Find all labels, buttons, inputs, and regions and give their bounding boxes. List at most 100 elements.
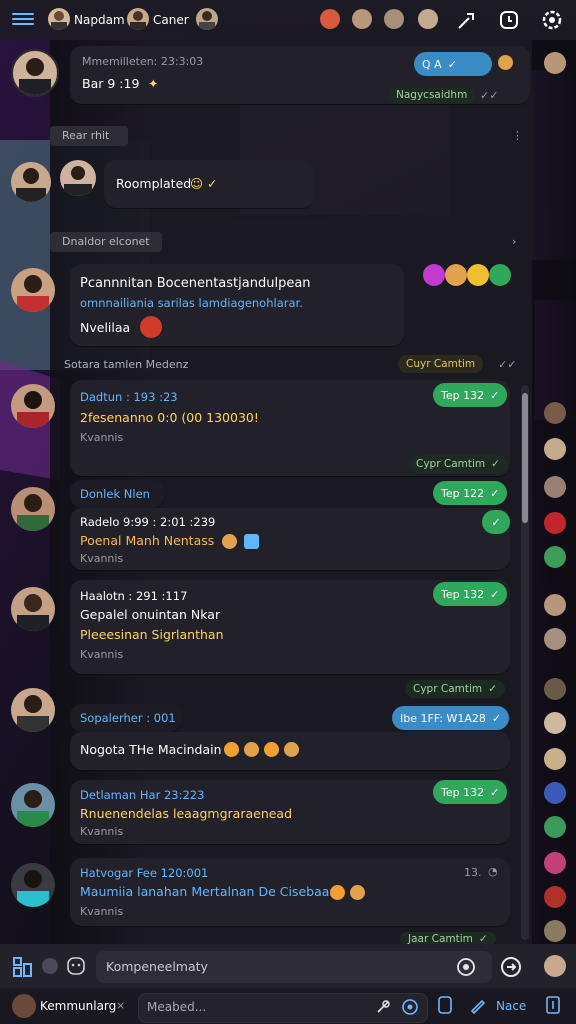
avatar[interactable] (544, 402, 566, 424)
avatar[interactable] (11, 487, 55, 531)
check-icon: ✓ (491, 458, 500, 470)
message-input-placeholder: Kompeneelmaty (106, 959, 208, 974)
message-input[interactable]: Kompeneelmaty (96, 951, 492, 983)
sender-chip[interactable]: Donlek Nlen (70, 480, 164, 508)
message-bubble[interactable]: Nogota THe Macindain (70, 732, 510, 770)
camera-icon[interactable] (401, 998, 419, 1016)
avatar[interactable] (11, 688, 55, 732)
message-meta: Dadtun : 193 :23 (80, 390, 178, 404)
emoji-icon[interactable] (467, 264, 489, 286)
reaction-pill[interactable]: Ibe 1FF: W1A28 ✓ (392, 706, 510, 730)
avatar[interactable] (48, 8, 70, 30)
message-bubble[interactable]: Radelo 9:99 : 2:01 :239 Poenal Manh Nent… (70, 508, 510, 570)
avatar[interactable] (11, 384, 55, 428)
emoji-icon (264, 742, 279, 757)
check-button[interactable]: ✓ (482, 510, 510, 534)
message-text: Gepalel onuintan Nkar (80, 607, 221, 622)
emoji-icon[interactable] (489, 264, 511, 286)
scrollbar-thumb[interactable] (522, 393, 528, 523)
emoji-icon (350, 885, 365, 900)
timer-icon: ◔ (488, 865, 498, 878)
settings-icon[interactable] (540, 8, 564, 32)
message-meta: Radelo 9:99 : 2:01 :239 (80, 515, 216, 529)
avatar[interactable] (320, 9, 340, 29)
avatar[interactable] (544, 782, 566, 804)
contact-name-1[interactable]: Napdam (74, 13, 125, 27)
avatar[interactable] (544, 955, 566, 977)
phone-icon[interactable] (436, 995, 454, 1015)
search-input[interactable]: Meabed... (138, 993, 428, 1023)
reaction-pill[interactable]: Q A ✓ (414, 52, 492, 76)
avatar[interactable] (127, 8, 149, 30)
menu-icon[interactable] (12, 10, 34, 28)
status-label: Nagycsaidhm (396, 89, 468, 101)
message-text: Pleeesinan Sigrlanthan (80, 627, 224, 642)
pin-icon[interactable] (375, 999, 391, 1015)
reaction-pill[interactable]: Tep 132 ✓ (433, 582, 508, 606)
avatar[interactable] (418, 9, 438, 29)
avatar[interactable] (544, 628, 566, 650)
avatar[interactable] (544, 438, 566, 460)
message-bubble[interactable]: Pcannnitan Bocenentastjandulpean omnnail… (70, 264, 404, 346)
message-link[interactable]: omnnailiania sarilas lamdiagenohlarar. (80, 295, 303, 311)
avatar[interactable] (544, 748, 566, 770)
contact-name-2[interactable]: Caner (153, 13, 189, 27)
avatar[interactable] (11, 863, 55, 907)
right-label[interactable]: Nace (496, 998, 526, 1014)
avatar[interactable] (544, 512, 566, 534)
emoji-icon[interactable] (423, 264, 445, 286)
avatar[interactable] (11, 587, 55, 631)
emoji-icon[interactable] (66, 956, 86, 976)
avatar[interactable] (544, 816, 566, 838)
avatar[interactable] (11, 783, 55, 827)
gif-icon[interactable] (456, 957, 476, 977)
avatar[interactable] (544, 852, 566, 874)
emoji-icon[interactable] (498, 55, 513, 70)
avatar[interactable] (544, 594, 566, 616)
close-icon[interactable]: × (116, 998, 125, 1014)
message-bubble[interactable]: Roomplated ☺ ✓ (104, 160, 314, 208)
reaction-pill[interactable]: Tep 132 ✓ (433, 383, 508, 407)
expand-icon[interactable]: › (512, 234, 516, 250)
reaction-pill[interactable]: Tep 122 ✓ (433, 481, 508, 505)
avatar[interactable] (544, 678, 566, 700)
send-icon[interactable] (500, 956, 522, 978)
record-icon[interactable] (40, 956, 60, 976)
timer-icon[interactable] (497, 8, 521, 32)
avatar[interactable] (384, 9, 404, 29)
scrollbar[interactable] (521, 385, 529, 940)
avatar[interactable] (544, 52, 566, 74)
avatar[interactable] (11, 49, 59, 97)
check-icon: ✓ (490, 388, 500, 402)
avatar[interactable] (11, 162, 51, 202)
date-separator: Dnaldor elconet (50, 232, 162, 252)
emoji-icon (330, 885, 345, 900)
reaction-pill[interactable]: Tep 132 ✓ (433, 780, 508, 804)
avatar[interactable] (544, 920, 566, 942)
sword-icon[interactable] (455, 8, 479, 32)
sender-chip[interactable]: Sopalerher : 001 (70, 704, 182, 732)
avatar[interactable] (352, 9, 372, 29)
avatar[interactable] (544, 546, 566, 568)
avatar[interactable] (11, 268, 55, 312)
avatar[interactable] (544, 476, 566, 498)
avatar[interactable] (196, 8, 218, 30)
search-placeholder: Meabed... (147, 1000, 207, 1014)
footer-name[interactable]: Kemmunlarg (40, 998, 116, 1014)
avatar[interactable] (544, 712, 566, 734)
avatar[interactable] (60, 160, 96, 196)
avatar[interactable] (12, 994, 36, 1018)
pencil-icon[interactable] (468, 995, 488, 1015)
status-pill: Cypr Camtim ✓ (405, 680, 505, 698)
right-avatar-column (532, 40, 576, 944)
message-sub: Kvannis (80, 431, 124, 444)
sender-name: Sopalerher : 001 (80, 711, 176, 725)
more-icon[interactable]: ⋮ (512, 128, 523, 144)
emoji-icon (222, 534, 237, 549)
message-bubble[interactable]: Hatvogar Fee 120:001 Maumiia lanahan Mer… (70, 858, 510, 926)
grid-icon[interactable] (12, 956, 34, 978)
read-checks-icon: ✓✓ (480, 89, 499, 102)
emoji-icon[interactable] (445, 264, 467, 286)
book-icon[interactable] (544, 995, 562, 1015)
avatar[interactable] (544, 886, 566, 908)
